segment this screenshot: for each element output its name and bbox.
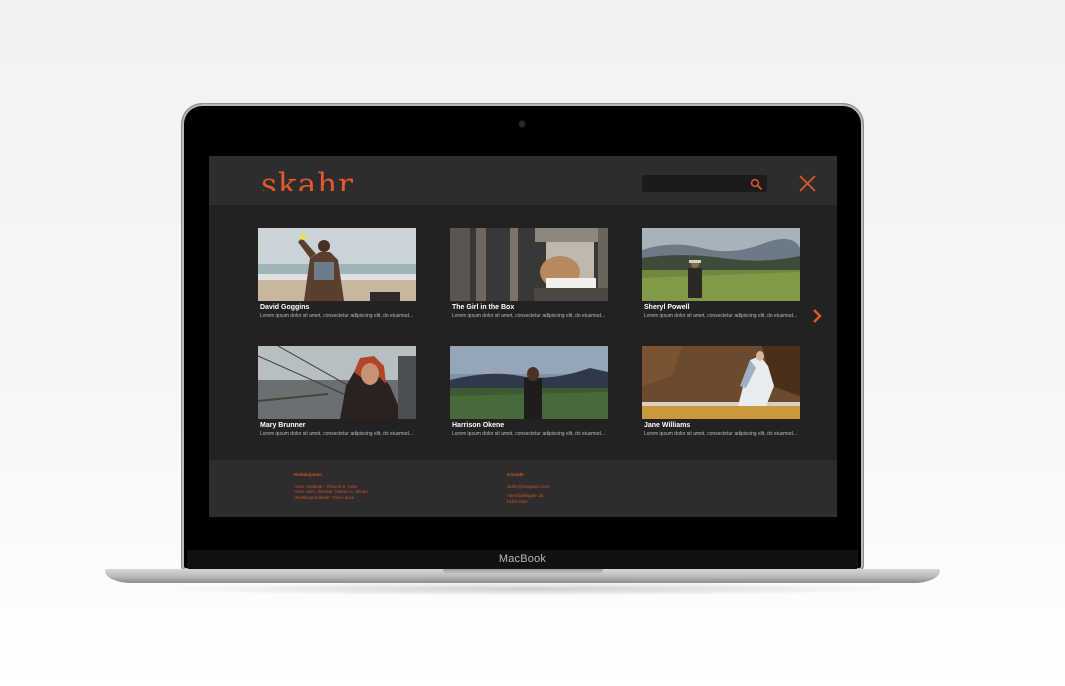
article-card[interactable]: Jane Williams Lorem ipsum dolor sit amet… <box>642 346 800 437</box>
footer-heading: Kontakt <box>507 472 524 477</box>
article-card[interactable]: David Goggins Lorem ipsum dolor sit amet… <box>258 228 416 319</box>
article-card[interactable]: Sheryl Powell Lorem ipsum dolor sit amet… <box>642 228 800 319</box>
footer-line: Ansv. adm. direktør: Marius A. Stinan <box>294 489 368 494</box>
article-title[interactable]: David Goggins <box>258 304 416 311</box>
top-bar: skahr <box>209 156 837 205</box>
search-input[interactable] <box>642 175 767 192</box>
footer-address-line: 0182 Oslo <box>507 498 528 504</box>
laptop-base <box>105 569 940 583</box>
footer-address-line: Akersbakkgate 18, <box>507 493 545 498</box>
article-title[interactable]: Harrison Okene <box>450 422 608 429</box>
article-card[interactable]: Mary Brunner Lorem ipsum dolor sit amet,… <box>258 346 416 437</box>
camera-icon <box>519 121 525 127</box>
footer-column-contact: Kontakt skahr@magasin.com Akersbakkgate … <box>507 472 549 504</box>
close-icon[interactable] <box>799 175 816 192</box>
article-thumbnail[interactable] <box>642 228 800 301</box>
article-description: Lorem ipsum dolor sit amet, consectetur … <box>644 313 798 319</box>
article-thumbnail[interactable] <box>450 346 608 419</box>
search-icon[interactable] <box>750 178 762 190</box>
article-description: Lorem ipsum dolor sit amet, consectetur … <box>260 313 414 319</box>
footer: Redaksjonen Ansv. redaktør : Ostund S. H… <box>209 460 837 517</box>
article-description: Lorem ipsum dolor sit amet, consectetur … <box>452 313 606 319</box>
screen: skahr David Goggins Lorem ipsum dolor si… <box>209 156 837 517</box>
footer-email[interactable]: skahr@magasin.com <box>507 484 549 490</box>
footer-line: Utviklingsredaktør: Tine Lasse <box>294 494 355 500</box>
article-card[interactable]: Harrison Okene Lorem ipsum dolor sit ame… <box>450 346 608 437</box>
footer-column-editorial: Redaksjonen Ansv. redaktør : Ostund S. H… <box>294 472 368 500</box>
article-description: Lorem ipsum dolor sit amet, consectetur … <box>644 431 798 437</box>
laptop-notch <box>443 569 603 574</box>
footer-heading: Redaksjonen <box>294 472 323 477</box>
article-title[interactable]: The Girl in the Box <box>450 304 608 311</box>
article-thumbnail[interactable] <box>642 346 800 419</box>
article-title[interactable]: Mary Brunner <box>258 422 416 429</box>
laptop-shadow <box>150 582 910 596</box>
article-thumbnail[interactable] <box>450 228 608 301</box>
site-logo[interactable]: skahr <box>261 166 354 191</box>
article-thumbnail[interactable] <box>258 228 416 301</box>
article-thumbnail[interactable] <box>258 346 416 419</box>
article-title[interactable]: Sheryl Powell <box>642 304 800 311</box>
article-description: Lorem ipsum dolor sit amet, consectetur … <box>452 431 606 437</box>
article-description: Lorem ipsum dolor sit amet, consectetur … <box>260 431 414 437</box>
device-label: MacBook <box>498 553 547 565</box>
chevron-right-icon[interactable] <box>812 308 823 324</box>
article-title[interactable]: Jane Williams <box>642 422 800 429</box>
article-card[interactable]: The Girl in the Box Lorem ipsum dolor si… <box>450 228 608 319</box>
article-grid: David Goggins Lorem ipsum dolor sit amet… <box>258 228 802 448</box>
